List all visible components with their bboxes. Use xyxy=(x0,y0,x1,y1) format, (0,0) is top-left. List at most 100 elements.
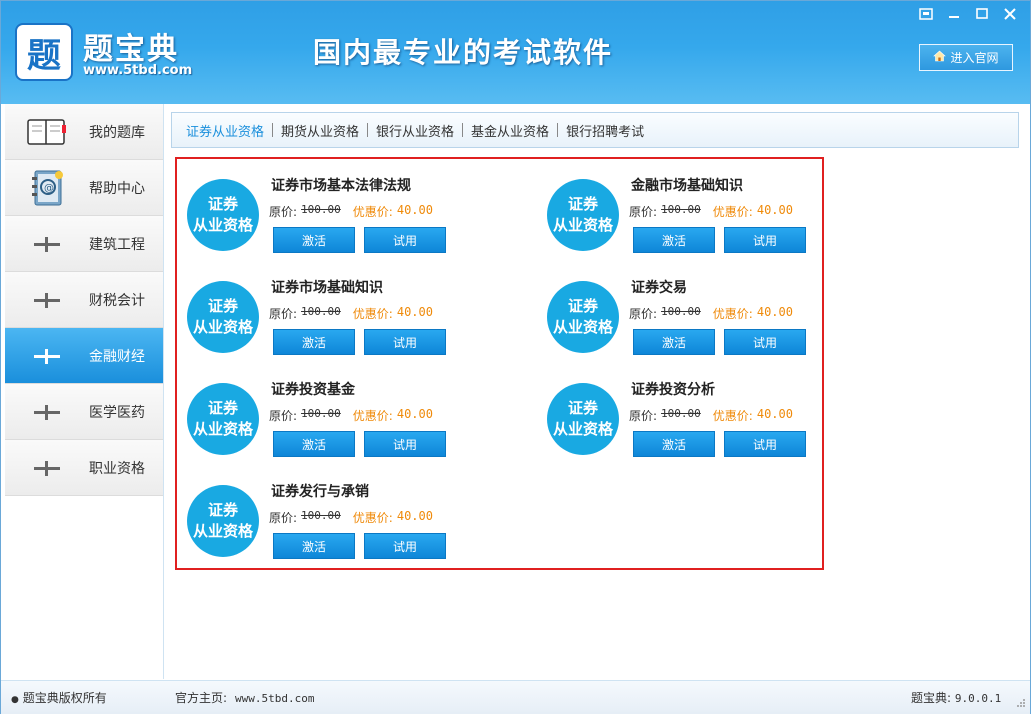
tab-futures[interactable]: 期货从业资格 xyxy=(275,121,365,140)
plus-icon xyxy=(34,292,60,308)
logo-icon: 题 xyxy=(15,23,73,81)
product-card: 证券 从业资格 证券投资分析 原价: 100.00 优惠价: 40.00 激活 试用 xyxy=(537,363,857,457)
trial-button[interactable]: 试用 xyxy=(724,329,806,355)
app-window: 题 题宝典 www.5tbd.com 国内最专业的考试软件 进入官网 我的题库 … xyxy=(0,0,1031,714)
activate-button[interactable]: 激活 xyxy=(273,533,355,559)
certificate-badge: 证券 从业资格 xyxy=(187,179,259,251)
sidebar-item-accounting[interactable]: 财税会计 xyxy=(5,272,163,328)
sidebar-item-label: 职业资格 xyxy=(89,460,145,477)
sidebar-item-label: 我的题库 xyxy=(89,124,145,141)
official-site-label: 进入官网 xyxy=(950,51,999,65)
activate-button[interactable]: 激活 xyxy=(633,431,715,457)
plus-icon xyxy=(34,236,60,252)
homepage-link[interactable]: www.5tbd.com xyxy=(235,692,314,705)
official-site-button[interactable]: 进入官网 xyxy=(919,44,1013,71)
price-row: 原价: 100.00 优惠价: 40.00 xyxy=(269,509,433,526)
product-title: 金融市场基础知识 xyxy=(631,178,743,194)
product-card: 证券 从业资格 证券市场基本法律法规 原价: 100.00 优惠价: 40.00 激活 试用 xyxy=(177,159,497,253)
plus-icon xyxy=(34,404,60,420)
homepage-info: 官方主页: www.5tbd.com xyxy=(175,691,315,705)
product-card: 证券 从业资格 金融市场基础知识 原价: 100.00 优惠价: 40.00 激活 试用 xyxy=(537,159,857,253)
maximize-icon[interactable] xyxy=(970,5,994,23)
product-title: 证券交易 xyxy=(631,280,687,296)
trial-button[interactable]: 试用 xyxy=(364,227,446,253)
product-title: 证券发行与承销 xyxy=(271,484,369,500)
sidebar-item-help[interactable]: @ 帮助中心 xyxy=(5,160,163,216)
tab-funds[interactable]: 基金从业资格 xyxy=(465,121,555,140)
discount-price-label: 优惠价: xyxy=(712,205,753,219)
trial-button[interactable]: 试用 xyxy=(364,431,446,457)
price-row: 原价: 100.00 优惠价: 40.00 xyxy=(269,407,433,424)
product-card: 证券 从业资格 证券市场基础知识 原价: 100.00 优惠价: 40.00 激活 试用 xyxy=(177,261,497,355)
orig-price-label: 原价: xyxy=(629,205,658,219)
certificate-badge: 证券 从业资格 xyxy=(547,281,619,353)
plus-icon xyxy=(34,348,60,364)
activate-button[interactable]: 激活 xyxy=(633,329,715,355)
price-row: 原价: 100.00 优惠价: 40.00 xyxy=(629,407,793,424)
activate-button[interactable]: 激活 xyxy=(273,227,355,253)
discount-price-label: 优惠价: xyxy=(352,205,393,219)
sidebar-item-finance[interactable]: 金融财经 xyxy=(5,328,163,384)
tab-divider xyxy=(272,123,274,137)
product-grid: 证券 从业资格 证券市场基本法律法规 原价: 100.00 优惠价: 40.00 激活 试用 证券… xyxy=(175,157,824,570)
product-card: 证券 从业资格 证券投资基金原价: 100.00 优惠价: 40.00 激活 试用 xyxy=(177,363,497,457)
address-book-icon: @ xyxy=(5,169,89,207)
certificate-badge: 证券 从业资格 xyxy=(187,485,259,557)
plus-icon xyxy=(34,460,60,476)
orig-price-label: 原价: xyxy=(269,511,298,525)
activate-button[interactable]: 激活 xyxy=(273,329,355,355)
bullet-icon: ● xyxy=(11,695,19,705)
sidebar-item-construction[interactable]: 建筑工程 xyxy=(5,216,163,272)
trial-button[interactable]: 试用 xyxy=(364,329,446,355)
sidebar-item-label: 医学医药 xyxy=(89,404,145,421)
discount-price: 40.00 xyxy=(756,305,793,319)
slogan: 国内最专业的考试软件 xyxy=(313,36,614,69)
orig-price: 100.00 xyxy=(661,407,701,420)
sidebar-item-medicine[interactable]: 医学医药 xyxy=(5,384,163,440)
certificate-badge: 证券 从业资格 xyxy=(547,383,619,455)
product-title: 证券市场基础知识 xyxy=(271,280,383,296)
certificate-badge: 证券 从业资格 xyxy=(187,383,259,455)
tab-banking[interactable]: 银行从业资格 xyxy=(370,121,460,140)
sidebar-item-label: 财税会计 xyxy=(89,292,145,309)
trial-button[interactable]: 试用 xyxy=(724,431,806,457)
orig-price-label: 原价: xyxy=(629,307,658,321)
close-icon[interactable] xyxy=(998,5,1022,23)
trial-button[interactable]: 试用 xyxy=(364,533,446,559)
tab-divider xyxy=(462,123,464,137)
price-row: 原价: 100.00 优惠价: 40.00 xyxy=(269,305,433,322)
sidebar-item-my-bank[interactable]: 我的题库 xyxy=(5,104,163,160)
price-row: 原价: 100.00 优惠价: 40.00 xyxy=(269,203,433,220)
activate-button[interactable]: 激活 xyxy=(633,227,715,253)
orig-price: 100.00 xyxy=(301,305,341,318)
orig-price: 100.00 xyxy=(661,203,701,216)
book-icon xyxy=(5,117,89,147)
orig-price-label: 原价: xyxy=(629,409,658,423)
sidebar-item-label: 金融财经 xyxy=(89,348,145,365)
orig-price: 100.00 xyxy=(661,305,701,318)
svg-text:@: @ xyxy=(44,183,54,194)
activate-button[interactable]: 激活 xyxy=(273,431,355,457)
header-banner: 题 题宝典 www.5tbd.com 国内最专业的考试软件 进入官网 xyxy=(1,1,1030,104)
status-bar: ● 题宝典版权所有 官方主页: www.5tbd.com 题宝典: 9.0.0.1 xyxy=(1,680,1030,714)
resize-grip-icon[interactable] xyxy=(1016,697,1026,711)
app-name: 题宝典 xyxy=(83,32,179,67)
restore-icon[interactable] xyxy=(914,5,938,23)
tab-securities[interactable]: 证券从业资格 xyxy=(180,121,270,140)
trial-button[interactable]: 试用 xyxy=(724,227,806,253)
tab-divider xyxy=(367,123,369,137)
version-info: 题宝典: 9.0.0.1 xyxy=(911,691,1002,705)
minimize-icon[interactable] xyxy=(942,5,966,23)
home-icon xyxy=(933,50,947,65)
discount-price: 40.00 xyxy=(396,407,433,421)
discount-price-label: 优惠价: xyxy=(712,307,753,321)
sidebar: 我的题库 @ 帮助中心 建筑工程 财税会计 金融财经 医学医药 职业资格 xyxy=(1,104,164,679)
price-row: 原价: 100.00 优惠价: 40.00 xyxy=(629,305,793,322)
product-title: 证券投资基金 xyxy=(271,382,355,398)
sidebar-item-vocational[interactable]: 职业资格 xyxy=(5,440,163,496)
tab-bank-recruit[interactable]: 银行招聘考试 xyxy=(560,121,650,140)
product-card: 证券 从业资格 证券发行与承销原价: 100.00 优惠价: 40.00 激活 试用 xyxy=(177,465,497,559)
copyright-text: ● 题宝典版权所有 xyxy=(11,691,107,705)
discount-price: 40.00 xyxy=(396,203,433,217)
product-card: 证券 从业资格 证券交易原价: 100.00 优惠价: 40.00 激活 试用 xyxy=(537,261,857,355)
